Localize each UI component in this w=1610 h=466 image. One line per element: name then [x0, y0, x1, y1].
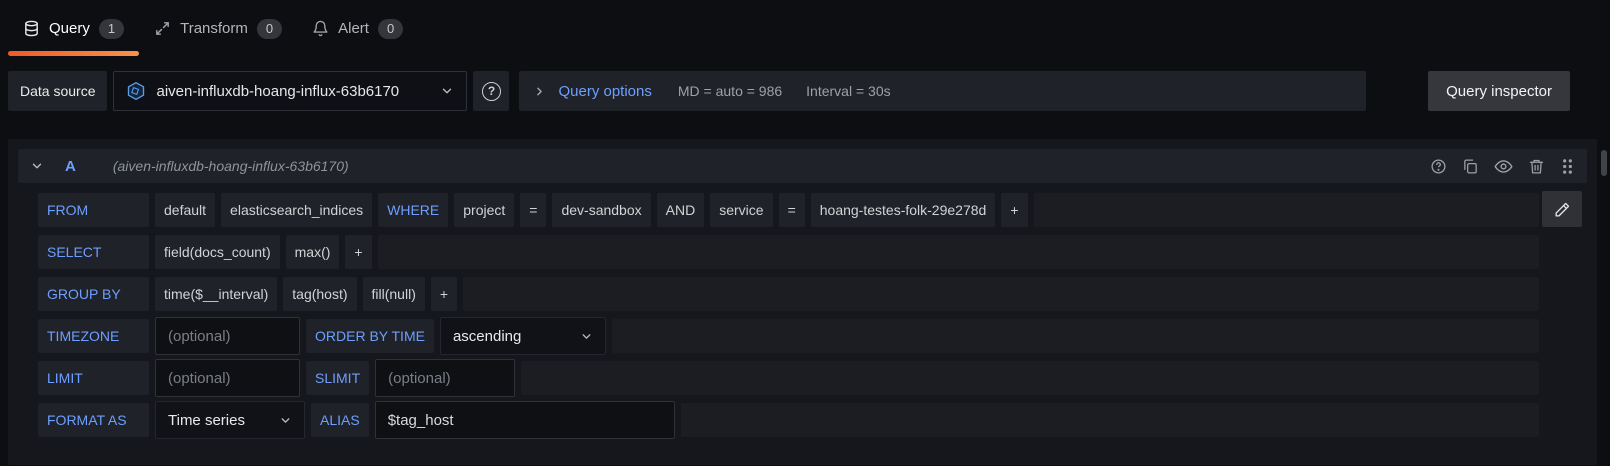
limit-input[interactable] — [155, 359, 300, 397]
format-as-row: FORMAT AS Time series ALIAS — [18, 401, 1587, 439]
group-by-label: GROUP BY — [38, 277, 149, 311]
row-filler — [521, 361, 1539, 395]
query-ref-id: A — [65, 158, 76, 175]
order-by-time-label: ORDER BY TIME — [306, 319, 434, 353]
where-key-segment[interactable]: service — [710, 193, 772, 227]
query-editor-card: A (aiven-influxdb-hoang-influx-63b6170) … — [8, 139, 1597, 465]
limit-label: LIMIT — [38, 361, 149, 395]
row-filler — [463, 277, 1539, 311]
select-row: SELECT field(docs_count) max() + — [18, 233, 1587, 271]
alias-label: ALIAS — [311, 403, 369, 437]
tab-alert-count-badge: 0 — [378, 19, 403, 39]
row-filler — [612, 319, 1539, 353]
chevron-right-icon — [533, 85, 546, 98]
tab-transform-label: Transform — [180, 20, 248, 37]
panel-editor-tabs: Query 1 Transform 0 Alert 0 — [0, 0, 1610, 57]
query-options-max-data-points: MD = auto = 986 — [678, 83, 782, 99]
slimit-label: SLIMIT — [306, 361, 369, 395]
format-as-value: Time series — [168, 412, 245, 429]
select-field-segment[interactable]: field(docs_count) — [155, 235, 280, 269]
transform-icon — [154, 20, 171, 37]
influxdb-icon — [126, 81, 146, 101]
help-circle-icon: ? — [482, 82, 501, 101]
datasource-value: aiven-influxdb-hoang-influx-63b6170 — [156, 83, 399, 100]
active-tab-indicator — [8, 51, 139, 56]
row-filler — [681, 403, 1539, 437]
tab-query-count-badge: 1 — [99, 19, 124, 39]
query-options-label: Query options — [558, 83, 651, 100]
timezone-row: TIMEZONE ORDER BY TIME ascending — [18, 317, 1587, 355]
query-rows: FROM default elasticsearch_indices WHERE… — [18, 191, 1587, 439]
query-inspector-button[interactable]: Query inspector — [1428, 71, 1570, 111]
drag-handle-icon[interactable] — [1560, 158, 1575, 175]
timezone-label: TIMEZONE — [38, 319, 149, 353]
tab-query[interactable]: Query 1 — [8, 0, 139, 57]
slimit-input[interactable] — [375, 359, 515, 397]
tab-transform[interactable]: Transform 0 — [139, 0, 297, 57]
chevron-down-icon — [440, 84, 454, 98]
group-by-row: GROUP BY time($__interval) tag(host) fil… — [18, 275, 1587, 313]
where-key-segment[interactable]: project — [454, 193, 514, 227]
add-where-condition-button[interactable]: + — [1001, 193, 1027, 227]
datasource-picker[interactable]: aiven-influxdb-hoang-influx-63b6170 — [113, 71, 467, 111]
add-select-part-button[interactable]: + — [345, 235, 371, 269]
tab-query-label: Query — [49, 20, 90, 37]
order-by-time-value: ascending — [453, 328, 521, 345]
tab-transform-count-badge: 0 — [257, 19, 282, 39]
order-by-time-select[interactable]: ascending — [440, 317, 606, 355]
toggle-text-edit-button[interactable] — [1542, 191, 1582, 227]
query-header-actions — [1430, 157, 1575, 176]
alias-input[interactable] — [375, 401, 675, 439]
trash-icon[interactable] — [1528, 158, 1545, 175]
help-circle-icon[interactable] — [1430, 158, 1447, 175]
chevron-down-icon — [279, 414, 292, 427]
database-icon — [23, 20, 40, 37]
add-group-by-button[interactable]: + — [431, 277, 457, 311]
pencil-icon — [1554, 201, 1571, 218]
chevron-down-icon — [580, 330, 593, 343]
from-measurement-segment[interactable]: elasticsearch_indices — [221, 193, 372, 227]
row-filler — [1034, 193, 1540, 227]
eye-icon[interactable] — [1494, 157, 1513, 176]
timezone-input[interactable] — [155, 317, 300, 355]
query-options-interval: Interval = 30s — [806, 83, 890, 99]
group-by-fill-segment[interactable]: fill(null) — [363, 277, 425, 311]
group-by-time-segment[interactable]: time($__interval) — [155, 277, 277, 311]
tab-alert-label: Alert — [338, 20, 369, 37]
where-operator-segment[interactable]: = — [779, 193, 805, 227]
format-as-select[interactable]: Time series — [155, 401, 305, 439]
row-filler — [378, 235, 1539, 269]
select-aggregation-segment[interactable]: max() — [286, 235, 340, 269]
format-as-label: FORMAT AS — [38, 403, 149, 437]
datasource-help-button[interactable]: ? — [473, 71, 509, 111]
from-row: FROM default elasticsearch_indices WHERE… — [18, 191, 1587, 229]
group-by-tag-segment[interactable]: tag(host) — [283, 277, 356, 311]
scrollbar-thumb[interactable] — [1601, 150, 1607, 176]
collapse-chevron-down-icon[interactable] — [30, 159, 44, 173]
where-value-segment[interactable]: dev-sandbox — [552, 193, 650, 227]
where-conjunction-segment[interactable]: AND — [657, 193, 705, 227]
datasource-label: Data source — [8, 71, 107, 111]
query-row-header[interactable]: A (aiven-influxdb-hoang-influx-63b6170) — [18, 149, 1587, 183]
where-value-segment[interactable]: hoang-testes-folk-29e278d — [811, 193, 996, 227]
select-label: SELECT — [38, 235, 149, 269]
copy-icon[interactable] — [1462, 158, 1479, 175]
from-policy-segment[interactable]: default — [155, 193, 215, 227]
query-toolbar: Data source aiven-influxdb-hoang-influx-… — [8, 71, 1570, 111]
where-operator-segment[interactable]: = — [520, 193, 546, 227]
limit-row: LIMIT SLIMIT — [18, 359, 1587, 397]
bell-icon — [312, 20, 329, 37]
query-options-bar[interactable]: Query options MD = auto = 986 Interval =… — [519, 71, 1366, 111]
tab-alert[interactable]: Alert 0 — [297, 0, 418, 57]
where-label: WHERE — [378, 193, 448, 227]
from-label: FROM — [38, 193, 149, 227]
query-datasource-hint: (aiven-influxdb-hoang-influx-63b6170) — [113, 158, 349, 174]
